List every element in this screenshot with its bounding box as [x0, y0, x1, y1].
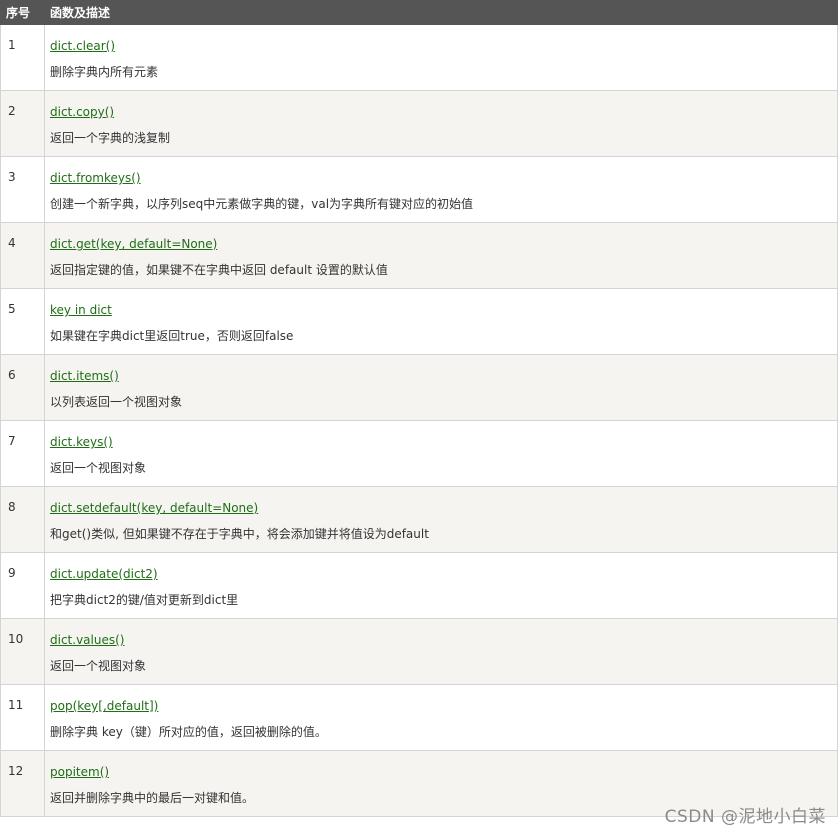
function-link[interactable]: dict.items() — [50, 368, 119, 384]
row-number: 11 — [0, 684, 45, 751]
row-number: 3 — [0, 156, 45, 223]
table-row: 5 key in dict 如果键在字典dict里返回true，否则返回fals… — [0, 288, 838, 355]
function-description: 以列表返回一个视图对象 — [50, 395, 183, 409]
row-content: dict.clear() 删除字典内所有元素 — [44, 24, 838, 91]
function-link[interactable]: pop(key[,default]) — [50, 698, 158, 714]
row-content: dict.fromkeys() 创建一个新字典，以序列seq中元素做字典的键，v… — [44, 156, 838, 223]
function-description: 删除字典内所有元素 — [50, 65, 159, 79]
row-content: dict.copy() 返回一个字典的浅复制 — [44, 90, 838, 157]
table-row: 11 pop(key[,default]) 删除字典 key（键）所对应的值，返… — [0, 684, 838, 751]
function-link[interactable]: dict.values() — [50, 632, 124, 648]
table-row: 3 dict.fromkeys() 创建一个新字典，以序列seq中元素做字典的键… — [0, 156, 838, 223]
row-content: dict.setdefault(key, default=None) 和get(… — [44, 486, 838, 553]
row-number: 5 — [0, 288, 45, 355]
table-row: 9 dict.update(dict2) 把字典dict2的键/值对更新到dic… — [0, 552, 838, 619]
row-number: 12 — [0, 750, 45, 817]
column-header-description: 函数及描述 — [44, 0, 838, 25]
row-number: 2 — [0, 90, 45, 157]
function-link[interactable]: dict.update(dict2) — [50, 566, 158, 582]
function-description: 创建一个新字典，以序列seq中元素做字典的键，val为字典所有键对应的初始值 — [50, 197, 474, 211]
table-row: 1 dict.clear() 删除字典内所有元素 — [0, 24, 838, 91]
function-link[interactable]: dict.get(key, default=None) — [50, 236, 217, 252]
table-row: 6 dict.items() 以列表返回一个视图对象 — [0, 354, 838, 421]
function-link[interactable]: dict.keys() — [50, 434, 113, 450]
function-description: 返回一个字典的浅复制 — [50, 131, 171, 145]
table-row: 2 dict.copy() 返回一个字典的浅复制 — [0, 90, 838, 157]
row-number: 7 — [0, 420, 45, 487]
row-number: 8 — [0, 486, 45, 553]
row-content: key in dict 如果键在字典dict里返回true，否则返回false — [44, 288, 838, 355]
function-description: 返回指定键的值，如果键不在字典中返回 default 设置的默认值 — [50, 263, 388, 277]
function-description: 和get()类似, 但如果键不存在于字典中，将会添加键并将值设为default — [50, 527, 429, 541]
function-link[interactable]: key in dict — [50, 302, 112, 318]
row-number: 4 — [0, 222, 45, 289]
function-link[interactable]: popitem() — [50, 764, 109, 780]
row-content: dict.keys() 返回一个视图对象 — [44, 420, 838, 487]
row-content: dict.items() 以列表返回一个视图对象 — [44, 354, 838, 421]
function-link[interactable]: dict.fromkeys() — [50, 170, 141, 186]
function-description: 返回一个视图对象 — [50, 659, 147, 673]
function-link[interactable]: dict.setdefault(key, default=None) — [50, 500, 258, 516]
function-link[interactable]: dict.copy() — [50, 104, 114, 120]
function-description: 如果键在字典dict里返回true，否则返回false — [50, 329, 294, 343]
page: 序号 函数及描述 1 dict.clear() 删除字典内所有元素 2 dict… — [0, 0, 840, 833]
table-header-row: 序号 函数及描述 — [0, 0, 838, 25]
table-row: 10 dict.values() 返回一个视图对象 — [0, 618, 838, 685]
dict-functions-table: 序号 函数及描述 1 dict.clear() 删除字典内所有元素 2 dict… — [0, 0, 838, 817]
table-row: 7 dict.keys() 返回一个视图对象 — [0, 420, 838, 487]
function-description: 返回一个视图对象 — [50, 461, 147, 475]
csdn-watermark: CSDN @泥地小白菜 — [664, 807, 826, 827]
function-description: 把字典dict2的键/值对更新到dict里 — [50, 593, 239, 607]
table-row: 8 dict.setdefault(key, default=None) 和ge… — [0, 486, 838, 553]
row-content: dict.update(dict2) 把字典dict2的键/值对更新到dict里 — [44, 552, 838, 619]
row-number: 9 — [0, 552, 45, 619]
table-body: 1 dict.clear() 删除字典内所有元素 2 dict.copy() 返… — [0, 24, 838, 817]
row-content: pop(key[,default]) 删除字典 key（键）所对应的值，返回被删… — [44, 684, 838, 751]
row-number: 1 — [0, 24, 45, 91]
row-content: dict.get(key, default=None) 返回指定键的值，如果键不… — [44, 222, 838, 289]
row-number: 10 — [0, 618, 45, 685]
function-link[interactable]: dict.clear() — [50, 38, 115, 54]
row-number: 6 — [0, 354, 45, 421]
row-content: dict.values() 返回一个视图对象 — [44, 618, 838, 685]
function-description: 删除字典 key（键）所对应的值，返回被删除的值。 — [50, 725, 327, 739]
column-header-number: 序号 — [0, 0, 45, 25]
table-header: 序号 函数及描述 — [0, 0, 838, 25]
table-row: 4 dict.get(key, default=None) 返回指定键的值，如果… — [0, 222, 838, 289]
